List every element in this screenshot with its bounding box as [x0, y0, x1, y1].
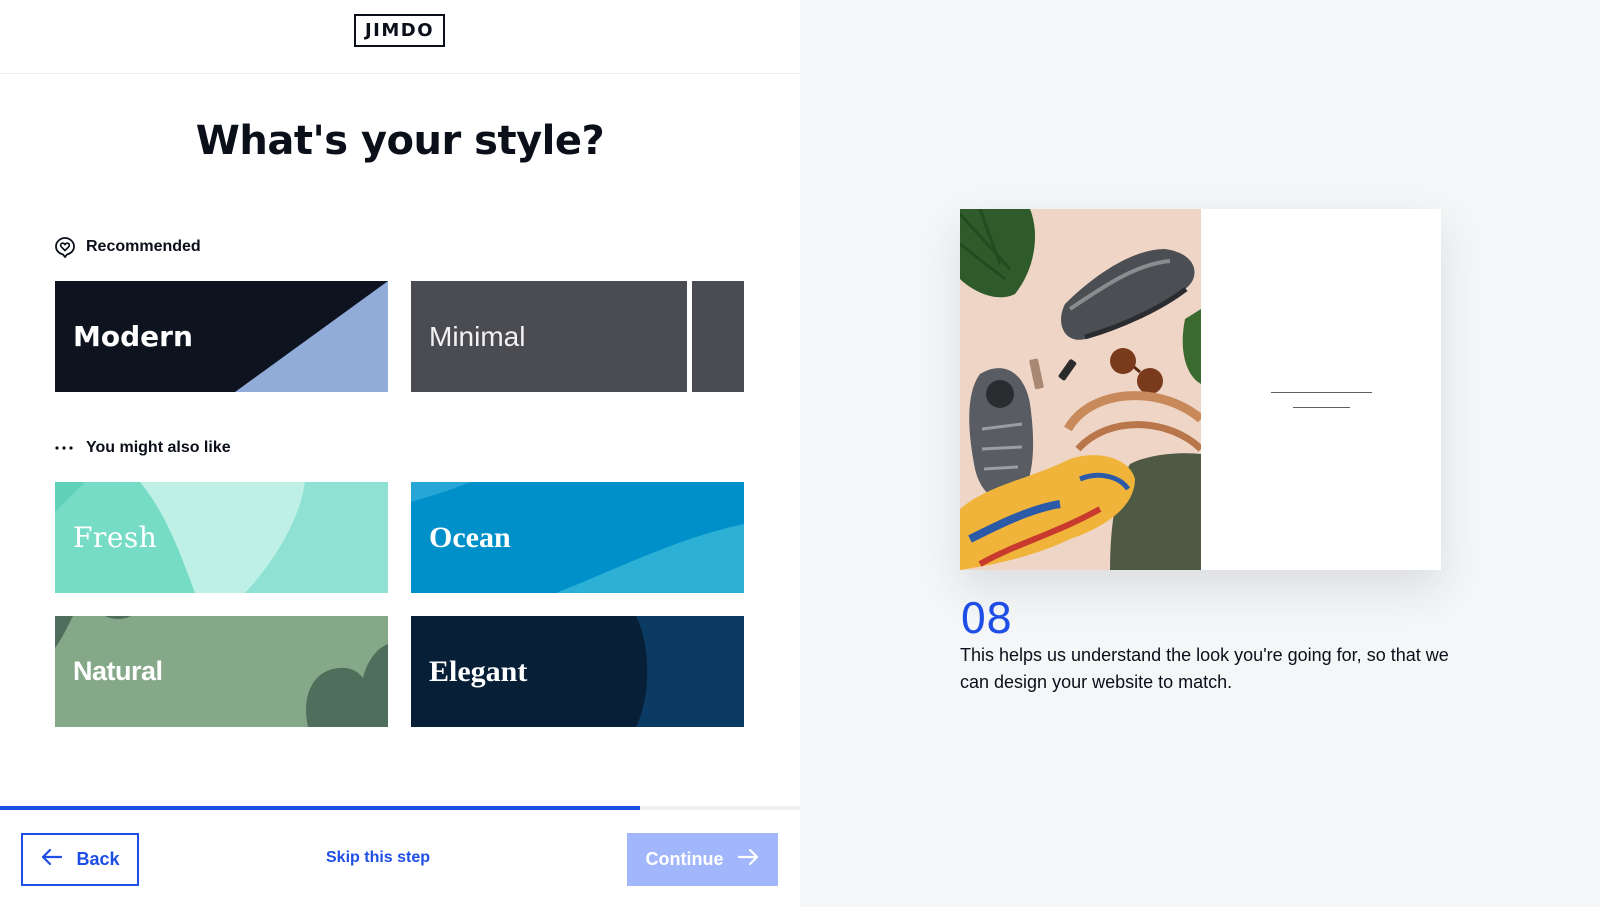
style-label-fresh: Fresh	[73, 521, 158, 554]
style-option-elegant[interactable]: Elegant	[411, 616, 744, 727]
style-label-modern: Modern	[73, 320, 193, 353]
step-number: 08	[960, 594, 1012, 643]
heart-badge-icon	[54, 236, 76, 258]
arrow-left-icon	[40, 848, 63, 871]
continue-button[interactable]: Continue	[627, 833, 778, 886]
style-option-modern[interactable]: Modern	[55, 281, 388, 392]
style-label-elegant: Elegant	[429, 655, 528, 688]
style-label-natural: Natural	[73, 656, 163, 686]
page-title: What's your style?	[195, 118, 605, 164]
also-like-label: You might also like	[86, 439, 231, 456]
website-preview-card	[960, 209, 1441, 570]
progress-fill	[0, 806, 640, 810]
style-option-fresh[interactable]: Fresh	[55, 482, 388, 593]
back-button[interactable]: Back	[21, 833, 139, 886]
style-label-minimal: Minimal	[429, 321, 526, 352]
step-description: This helps us understand the look you're…	[960, 645, 1449, 692]
progress-bar	[0, 806, 800, 810]
arrow-right-icon	[737, 848, 760, 871]
ellipsis-icon	[54, 437, 76, 459]
preview-subtitle-line	[1293, 407, 1350, 408]
skip-step-link[interactable]: Skip this step	[326, 849, 430, 867]
recommended-section-label: Recommended	[54, 236, 201, 258]
style-option-minimal[interactable]: Minimal	[411, 281, 744, 392]
jimdo-logo[interactable]: JIMDO	[354, 14, 445, 47]
recommended-label: Recommended	[86, 238, 201, 255]
flatlay-photo	[960, 209, 1201, 570]
continue-button-label: Continue	[645, 849, 724, 869]
style-option-natural[interactable]: Natural	[55, 616, 388, 727]
also-like-section-label: You might also like	[54, 437, 231, 459]
back-button-label: Back	[76, 849, 120, 869]
preview-title-line	[1271, 392, 1372, 393]
style-label-ocean: Ocean	[429, 521, 511, 554]
onboarding-panel: JIMDO What's your style? Recommended Mod…	[0, 0, 800, 907]
style-option-ocean[interactable]: Ocean	[411, 482, 744, 593]
header: JIMDO	[0, 0, 800, 74]
